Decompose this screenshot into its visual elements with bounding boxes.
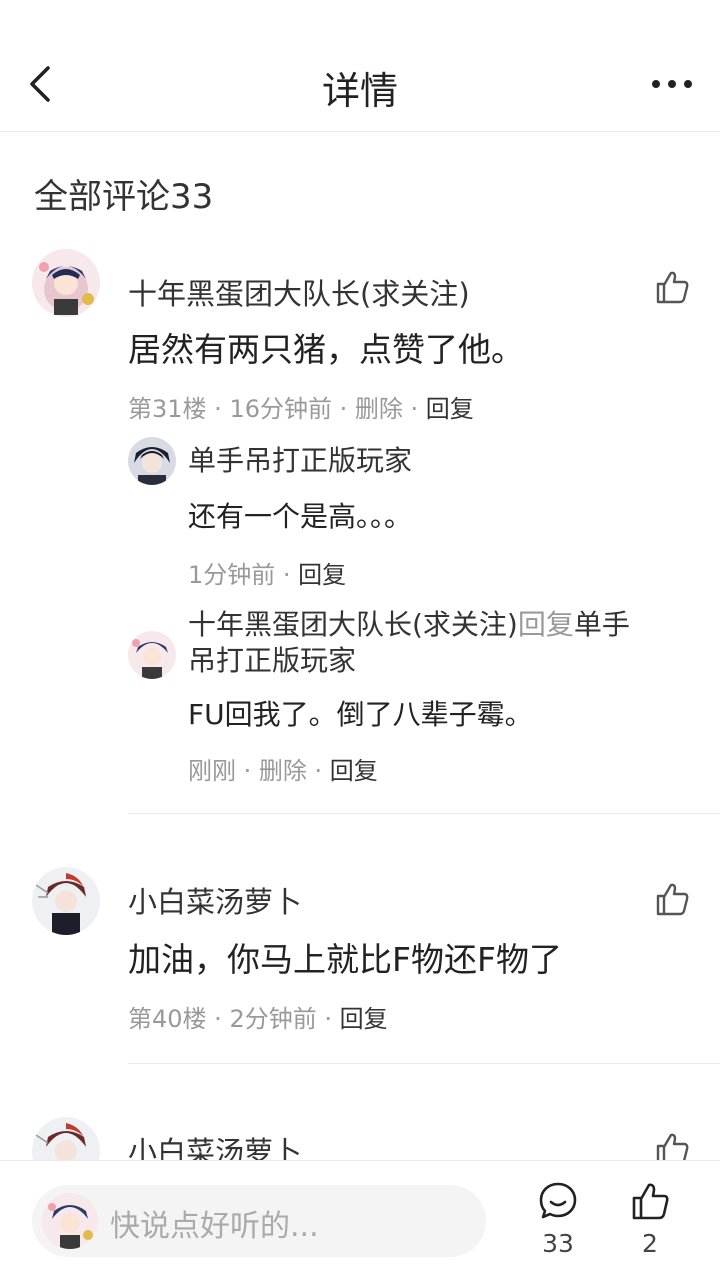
comment-text: 加油，你马上就比F物还F物了 xyxy=(128,940,562,979)
meta-separator: · xyxy=(206,395,230,423)
top-nav-bar: 详情 xyxy=(0,0,720,132)
thumbs-up-icon xyxy=(656,1133,689,1160)
reply-time: 1分钟前 xyxy=(188,561,276,589)
meta-separator: · xyxy=(275,561,299,589)
comment-username[interactable]: 小白菜汤萝卜 xyxy=(128,879,302,921)
comment-meta: 第40楼 · 2分钟前 · 回复 xyxy=(128,999,388,1034)
avatar xyxy=(42,1193,98,1249)
comment-count: 33 xyxy=(542,1229,574,1258)
thumbs-up-icon xyxy=(656,883,689,916)
comment-count-button[interactable]: 33 xyxy=(530,1179,586,1275)
sub-reply-item: 单手吊打正版玩家 还有一个是高。。。 1分钟前 · 回复 xyxy=(128,437,688,590)
meta-separator: · xyxy=(236,757,259,785)
user-avatar-image xyxy=(32,249,100,317)
comment-item: 小白菜汤萝卜 加油，你马上就比F物还F物了 第40楼 · 2分钟前 · 回复 xyxy=(0,867,720,1057)
comment-divider xyxy=(128,1063,720,1064)
like-count-button[interactable]: 2 xyxy=(622,1179,678,1275)
thumbs-up-icon xyxy=(632,1183,669,1220)
reply-meta: 1分钟前 · 回复 xyxy=(188,555,346,590)
user-avatar-image xyxy=(128,437,176,485)
user-avatar-image xyxy=(42,1193,98,1249)
avatar[interactable] xyxy=(32,1117,100,1160)
reply-target-username[interactable]: 吊打正版玩家 xyxy=(188,644,356,677)
reply-target-username[interactable]: 单手 xyxy=(574,608,630,641)
reply-link[interactable]: 回复 xyxy=(426,395,474,423)
reply-link[interactable]: 回复 xyxy=(340,1005,388,1033)
comment-like-button[interactable] xyxy=(654,1131,690,1160)
more-horizontal-icon xyxy=(652,80,692,88)
reply-header: 十年黑蛋团大队长(求关注)回复单手吊打正版玩家 xyxy=(188,607,688,679)
more-button[interactable] xyxy=(650,70,694,98)
reply-link[interactable]: 回复 xyxy=(298,561,346,589)
meta-separator: · xyxy=(316,1005,340,1033)
all-comments-title: 全部评论33 xyxy=(34,177,214,217)
comment-meta: 第31楼 · 16分钟前 · 删除 · 回复 xyxy=(128,389,474,424)
comment-divider xyxy=(128,813,720,814)
floor-number: 第31楼 xyxy=(128,395,207,423)
comment-time: 16分钟前 xyxy=(229,395,332,423)
meta-separator: · xyxy=(206,1005,230,1033)
reply-meta: 刚刚 · 删除 · 回复 xyxy=(188,751,378,786)
reply-text: 还有一个是高。。。 xyxy=(188,500,413,533)
avatar[interactable] xyxy=(128,437,176,485)
avatar[interactable] xyxy=(32,867,100,935)
reply-word: 回复 xyxy=(517,608,574,641)
user-avatar-image xyxy=(32,867,100,935)
page-title: 详情 xyxy=(321,69,398,113)
reply-username[interactable]: 单手吊打正版玩家 xyxy=(188,443,412,479)
thumbs-up-icon xyxy=(656,271,689,304)
meta-separator: · xyxy=(331,395,355,423)
comment-input[interactable]: 快说点好听的... xyxy=(32,1185,486,1257)
comments-list: 全部评论33 十年黑蛋团大队长(求关注) 居然有两只猪，点赞了他。 第31楼 ·… xyxy=(0,133,720,1160)
comment-item: 十年黑蛋团大队长(求关注) 居然有两只猪，点赞了他。 第31楼 · 16分钟前 … xyxy=(0,249,720,819)
comment-input-placeholder: 快说点好听的... xyxy=(110,1209,319,1244)
delete-link[interactable]: 删除 xyxy=(259,757,307,785)
comment-username[interactable]: 小白菜汤萝卜 xyxy=(128,1129,302,1160)
avatar[interactable] xyxy=(32,249,100,317)
comment-like-button[interactable] xyxy=(654,269,690,305)
reply-link[interactable]: 回复 xyxy=(330,757,378,785)
sub-reply-item: 十年黑蛋团大队长(求关注)回复单手 吊打正版玩家 FU回我了。倒了八辈子霉。 刚刚… xyxy=(128,607,688,787)
bottom-action-bar: 快说点好听的... 33 2 xyxy=(0,1160,720,1280)
comment-time: 2分钟前 xyxy=(229,1005,317,1033)
comment-text: 居然有两只猪，点赞了他。 xyxy=(128,330,524,369)
meta-separator: · xyxy=(306,757,330,785)
comment-username[interactable]: 十年黑蛋团大队长(求关注) xyxy=(128,271,470,313)
user-avatar-image xyxy=(128,631,176,679)
reply-time: 刚刚 xyxy=(188,757,236,785)
comment-item: 小白菜汤萝卜 xyxy=(0,1117,720,1160)
reply-username[interactable]: 十年黑蛋团大队长(求关注) xyxy=(188,608,518,641)
comment-bubble-icon xyxy=(539,1182,577,1219)
reply-text: FU回我了。倒了八辈子霉。 xyxy=(188,698,533,731)
user-avatar-image xyxy=(32,1117,100,1160)
comment-like-button[interactable] xyxy=(654,881,690,917)
floor-number: 第40楼 xyxy=(128,1005,207,1033)
like-count: 2 xyxy=(642,1229,658,1258)
avatar[interactable] xyxy=(128,631,176,679)
delete-link[interactable]: 删除 xyxy=(355,395,403,423)
meta-separator: · xyxy=(402,395,426,423)
